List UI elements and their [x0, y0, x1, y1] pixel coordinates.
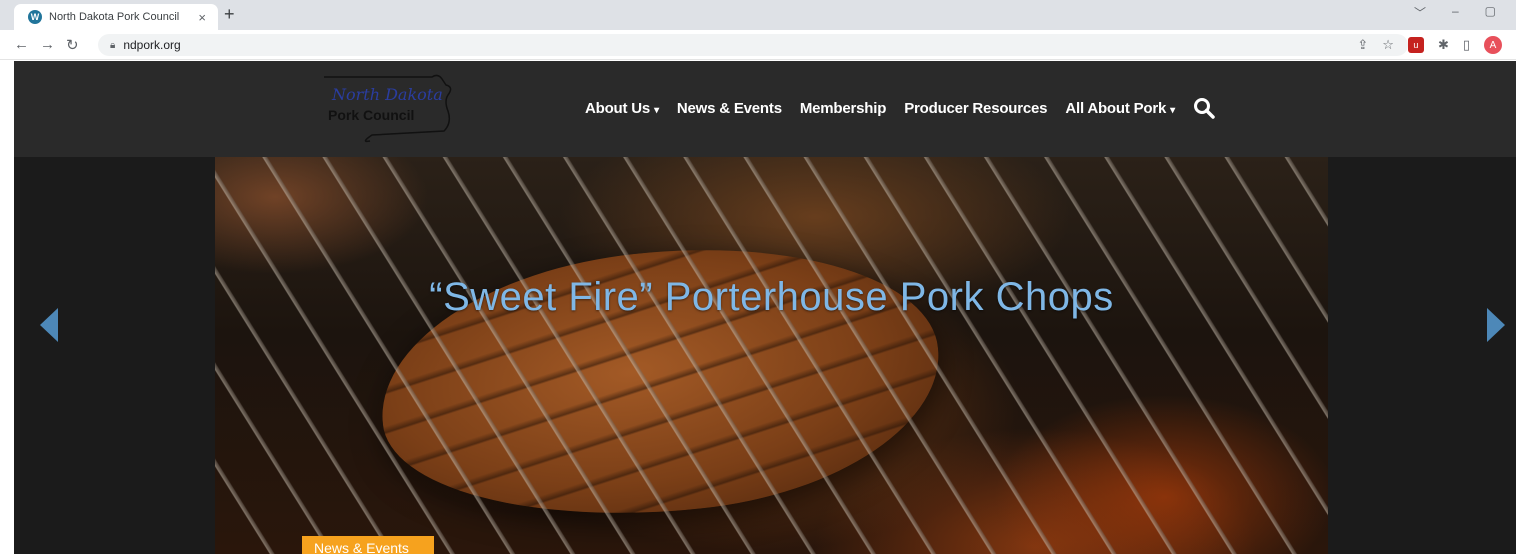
hero-image-grill: [215, 157, 1328, 554]
window-controls: ﹀ – ▢: [1414, 4, 1496, 21]
logo-text-north-dakota: North Dakota: [332, 85, 443, 104]
tab-title: North Dakota Pork Council: [49, 11, 180, 23]
extension-shield-icon[interactable]: u: [1407, 37, 1424, 53]
url-text: ndpork.org: [123, 38, 181, 52]
nav-about-us-label: About Us: [585, 99, 651, 117]
chevron-down-icon: ▾: [654, 104, 659, 116]
next-arrow-icon[interactable]: [1487, 308, 1505, 342]
category-badge[interactable]: News & Events: [302, 536, 434, 554]
tab-search-icon[interactable]: ﹀: [1414, 4, 1426, 21]
toolbar-icons: ⇪ ☆ u ✱ ▯ A: [1357, 36, 1502, 54]
avatar[interactable]: A: [1484, 36, 1502, 54]
share-icon[interactable]: ⇪: [1357, 37, 1368, 53]
nav-about-us[interactable]: About Us ▾: [585, 100, 659, 117]
puzzle-icon[interactable]: ✱: [1438, 37, 1449, 53]
restore-icon[interactable]: ▢: [1485, 4, 1496, 21]
browser-toolbar: ← → ↻ 🔒︎ ndpork.org ⇪ ☆ u ✱ ▯ A: [0, 30, 1516, 60]
nav-membership[interactable]: Membership: [800, 100, 887, 117]
new-tab-button[interactable]: +: [224, 4, 235, 25]
sidepanel-icon[interactable]: ▯: [1463, 37, 1470, 53]
forward-icon[interactable]: →: [40, 36, 55, 53]
hero-title[interactable]: “Sweet Fire” Porterhouse Pork Chops: [215, 275, 1328, 320]
tab-close-button[interactable]: ×: [198, 10, 206, 25]
site-logo[interactable]: North Dakota Pork Council: [320, 71, 458, 145]
nav-all-about-pork-label: All About Pork: [1065, 99, 1167, 117]
logo-text-pork-council: Pork Council: [328, 107, 415, 123]
back-icon[interactable]: ←: [14, 36, 29, 53]
browser-tab-strip: W North Dakota Pork Council × + ﹀ – ▢: [0, 0, 1516, 30]
nav-news-events[interactable]: News & Events: [677, 100, 782, 117]
main-navigation: About Us ▾ News & Events Membership Produ…: [585, 97, 1215, 119]
nav-all-about-pork[interactable]: All About Pork ▾: [1065, 100, 1175, 117]
search-icon[interactable]: [1193, 97, 1215, 119]
page-left-edge: [0, 61, 14, 554]
address-bar[interactable]: 🔒︎ ndpork.org: [98, 34, 1408, 56]
site-header: North Dakota Pork Council About Us ▾ News…: [14, 61, 1516, 157]
nav-producer-resources[interactable]: Producer Resources: [904, 100, 1047, 117]
browser-tab[interactable]: W North Dakota Pork Council ×: [14, 4, 218, 30]
wordpress-icon: W: [28, 10, 42, 24]
hero-slide[interactable]: “Sweet Fire” Porterhouse Pork Chops: [215, 157, 1328, 554]
minimize-icon[interactable]: –: [1452, 4, 1459, 21]
bookmark-star-icon[interactable]: ☆: [1382, 37, 1394, 53]
lock-icon[interactable]: 🔒︎: [110, 40, 115, 51]
chevron-down-icon: ▾: [1170, 104, 1175, 116]
prev-arrow-icon[interactable]: [40, 308, 58, 342]
reload-icon[interactable]: ↻: [66, 36, 79, 54]
